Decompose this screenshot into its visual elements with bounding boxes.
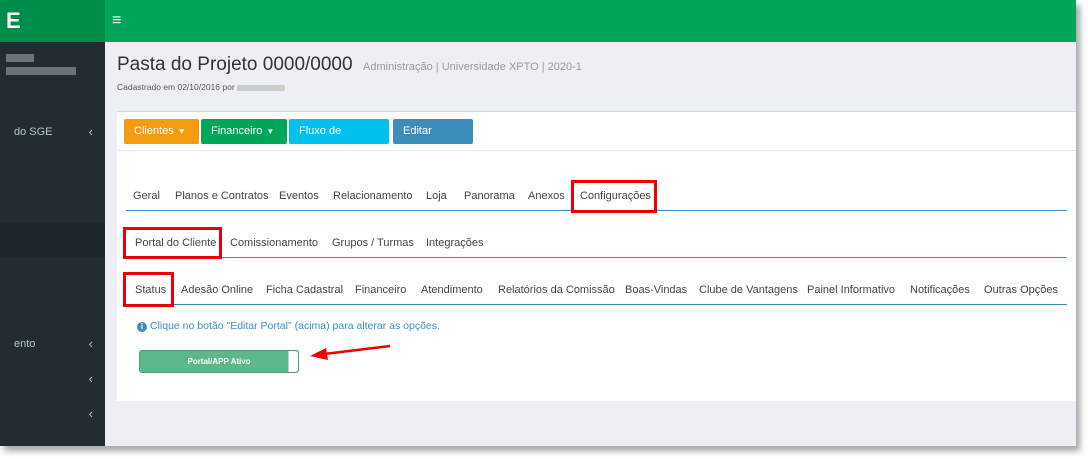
sidebar-item-label: do SGE bbox=[14, 126, 53, 138]
sidebar-item-3[interactable]: ‹ bbox=[0, 367, 105, 391]
tab-financeiro[interactable]: Financeiro bbox=[355, 275, 406, 305]
sidebar: do SGE ‹ ento ‹ ‹ ‹ bbox=[0, 42, 105, 446]
financeiro-dropdown-button[interactable]: Financeiro ▼ bbox=[201, 119, 287, 144]
tab-anexos[interactable]: Anexos bbox=[528, 181, 565, 211]
sub-tabs-underline bbox=[126, 257, 1067, 258]
annotation-arrow bbox=[310, 344, 391, 360]
tab-adesao-online[interactable]: Adesão Online bbox=[181, 275, 253, 305]
tab-painel-informativo[interactable]: Painel Informativo bbox=[807, 275, 895, 305]
main-box: Clientes ▼ Financeiro ▼ Fluxo de trabalho … bbox=[117, 111, 1076, 401]
page-title: Pasta do Projeto 0000/0000 bbox=[117, 54, 353, 75]
hamburger-icon[interactable]: ≡ bbox=[112, 11, 121, 31]
app-window: E ≡ do SGE ‹ ento ‹ ‹ ‹ Pasta do Projeto… bbox=[0, 0, 1076, 446]
user-panel bbox=[6, 54, 76, 75]
tab-eventos[interactable]: Eventos bbox=[279, 181, 319, 211]
tab-integracoes[interactable]: Integrações bbox=[426, 228, 483, 258]
top-navbar: E ≡ bbox=[0, 0, 1076, 42]
logo[interactable]: E bbox=[0, 0, 105, 42]
tab-loja[interactable]: Loja bbox=[426, 181, 447, 211]
clientes-dropdown-button[interactable]: Clientes ▼ bbox=[124, 119, 199, 144]
chevron-left-icon: ‹ bbox=[88, 406, 93, 421]
chevron-left-icon: ‹ bbox=[88, 124, 93, 139]
tab-boas-vindas[interactable]: Boas-Vindas bbox=[625, 275, 687, 305]
tab-outras-opcoes[interactable]: Outras Opções bbox=[984, 275, 1058, 305]
info-text: Clique no botão "Editar Portal" (acima) … bbox=[150, 320, 440, 332]
portal-tabs-underline bbox=[126, 304, 1067, 305]
financeiro-label: Financeiro bbox=[211, 125, 263, 137]
portal-status-toggle[interactable]: Portal/APP Ativo bbox=[139, 350, 299, 373]
arrow-shaft bbox=[323, 344, 391, 356]
sidebar-item-ento[interactable]: ento ‹ bbox=[0, 332, 105, 356]
sidebar-item-active[interactable] bbox=[0, 222, 105, 258]
tab-notificacoes[interactable]: Notificações bbox=[910, 275, 970, 305]
registered-info: Cadastrado em 02/10/2016 por bbox=[117, 82, 582, 92]
tab-planos-contratos[interactable]: Planos e Contratos bbox=[175, 181, 269, 211]
arrow-head bbox=[310, 348, 328, 360]
sidebar-item-4[interactable]: ‹ bbox=[0, 402, 105, 426]
page-subtitle: Administração | Universidade XPTO | 2020… bbox=[363, 61, 582, 73]
user-avatar-redacted bbox=[6, 54, 34, 62]
tab-atendimento[interactable]: Atendimento bbox=[421, 275, 483, 305]
info-message: i Clique no botão "Editar Portal" (acima)… bbox=[137, 320, 440, 332]
caret-down-icon: ▼ bbox=[177, 127, 186, 136]
tab-panorama[interactable]: Panorama bbox=[464, 181, 515, 211]
caret-down-icon: ▼ bbox=[266, 127, 275, 136]
sidebar-item-sge[interactable]: do SGE ‹ bbox=[0, 120, 105, 144]
fluxo-trabalho-button[interactable]: Fluxo de trabalho bbox=[289, 119, 389, 162]
tab-clube-vantagens[interactable]: Clube de Vantagens bbox=[699, 275, 798, 305]
tab-relatorios-comissao[interactable]: Relatórios da Comissão bbox=[498, 275, 615, 305]
editar-portal-button[interactable]: Editar Portal bbox=[393, 119, 473, 162]
highlight-status bbox=[123, 272, 174, 307]
toggle-handle[interactable] bbox=[288, 351, 298, 372]
tab-ficha-cadastral[interactable]: Ficha Cadastral bbox=[266, 275, 343, 305]
tab-grupos-turmas[interactable]: Grupos / Turmas bbox=[332, 228, 414, 258]
toggle-label: Portal/APP Ativo bbox=[187, 357, 251, 366]
highlight-portal-cliente bbox=[123, 227, 222, 259]
registered-user-redacted bbox=[237, 84, 286, 91]
tab-comissionamento[interactable]: Comissionamento bbox=[230, 228, 318, 258]
clientes-label: Clientes bbox=[134, 125, 174, 137]
sidebar-item-label: ento bbox=[14, 338, 36, 350]
tab-relacionamento[interactable]: Relacionamento bbox=[333, 181, 413, 211]
divider bbox=[117, 150, 1076, 151]
content-header: Pasta do Projeto 0000/0000 Administração… bbox=[117, 54, 582, 92]
tab-geral[interactable]: Geral bbox=[133, 181, 160, 211]
highlight-configuracoes bbox=[571, 180, 657, 213]
registered-text: Cadastrado em 02/10/2016 por bbox=[117, 82, 235, 92]
chevron-left-icon: ‹ bbox=[88, 371, 93, 386]
user-name-redacted bbox=[6, 67, 76, 75]
chevron-left-icon: ‹ bbox=[88, 336, 93, 351]
info-icon: i bbox=[137, 322, 147, 332]
